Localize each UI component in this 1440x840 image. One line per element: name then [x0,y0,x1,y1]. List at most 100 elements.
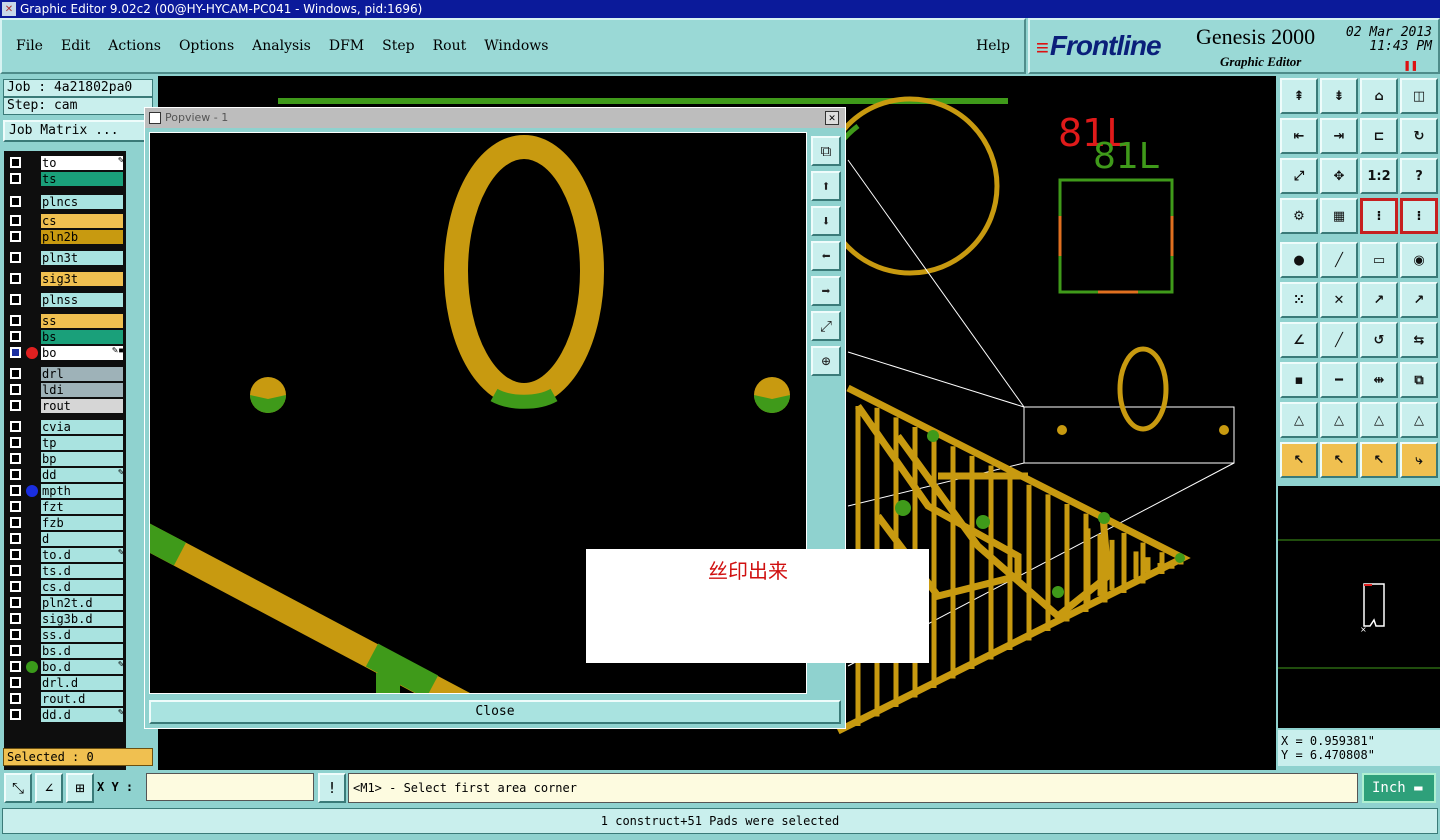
component-icon[interactable]: ▪ [1280,362,1318,398]
triangle-three-icon[interactable]: △ [1360,402,1398,438]
triangle-one-icon[interactable]: △ [1280,402,1318,438]
layer-checkbox[interactable] [10,173,21,184]
layer-row[interactable]: cvia [4,419,126,434]
zoom-area-icon[interactable]: ⤡ [4,773,32,803]
layer-name[interactable]: dd [41,467,123,482]
layer-name[interactable]: plncs [41,194,123,209]
layer-checkbox[interactable] [10,581,21,592]
zoom-center-icon[interactable]: ✥ [1320,158,1358,194]
layer-name[interactable]: ss.d [41,627,123,642]
net-select-icon[interactable]: ↗ [1360,282,1398,318]
layer-row[interactable]: fzb [4,515,126,530]
layer-name[interactable]: fzt [41,499,123,514]
menu-edit[interactable]: Edit [61,38,90,54]
layer-checkbox[interactable] [10,331,21,342]
layer-checkbox[interactable] [10,517,21,528]
measure-dist-icon[interactable]: ⇹ [1360,362,1398,398]
pan-left-icon[interactable]: ⬅ [811,241,841,271]
settings-icon[interactable]: ⚙ [1280,198,1318,234]
layer-checkbox[interactable] [10,368,21,379]
layer-row[interactable]: pln3t [4,250,126,265]
layer-checkbox[interactable] [10,157,21,168]
layer-name[interactable]: pln2b [41,229,123,244]
layer-row[interactable]: cs.d [4,579,126,594]
help-icon[interactable]: ? [1400,158,1438,194]
layer-checkbox[interactable] [10,661,21,672]
minimap[interactable]: × [1278,486,1440,728]
layer-row[interactable]: ts [4,171,126,186]
home-icon[interactable]: ⌂ [1360,78,1398,114]
layers-red-alt-icon[interactable]: ⁝ [1400,198,1438,234]
layer-name[interactable]: drl.d [41,675,123,690]
layer-checkbox[interactable] [10,709,21,720]
layer-checkbox[interactable] [10,437,21,448]
layer-row[interactable]: drl [4,366,126,381]
layer-name[interactable]: cvia [41,419,123,434]
layer-checkbox[interactable] [10,252,21,263]
layer-checkbox[interactable] [10,453,21,464]
layer-checkbox[interactable] [10,645,21,656]
layer-checkbox[interactable] [10,469,21,480]
line-draw-icon[interactable]: ╱ [1320,322,1358,358]
select-pad-icon[interactable]: ● [1280,242,1318,278]
layer-row[interactable]: bp [4,451,126,466]
layer-row[interactable]: ts.d [4,563,126,578]
layer-name[interactable]: cs.d [41,579,123,594]
snap-grid-icon[interactable]: ⊞ [66,773,94,803]
menu-help[interactable]: Help [976,38,1010,54]
pointer-select-icon[interactable]: ↖ [1360,442,1398,478]
layer-checkbox[interactable] [10,629,21,640]
layer-checkbox[interactable] [10,533,21,544]
layer-checkbox[interactable] [10,384,21,395]
layer-name[interactable]: ts [41,171,123,186]
layer-name[interactable]: ss [41,313,123,328]
layer-name[interactable]: ts.d [41,563,123,578]
pan-right-icon[interactable]: ⇥ [1320,118,1358,154]
pointer-box-icon[interactable]: ↖ [1320,442,1358,478]
layer-row[interactable]: pln2b [4,229,126,244]
ruler-icon[interactable]: ▭ [1360,242,1398,278]
layer-checkbox[interactable] [10,549,21,560]
triangle-two-icon[interactable]: △ [1320,402,1358,438]
layer-name[interactable]: to.d [41,547,123,562]
measure-icon[interactable]: ∠ [35,773,63,803]
popview-close-icon[interactable]: ✕ [825,111,839,125]
join-icon[interactable]: ━ [1320,362,1358,398]
layer-name[interactable]: bo.d [41,659,123,674]
layer-checkbox[interactable] [10,231,21,242]
layer-row[interactable]: dd.d ✎ [4,707,126,722]
layer-checkbox[interactable] [10,565,21,576]
layer-checkbox[interactable] [10,347,21,358]
layer-name[interactable]: pln3t [41,250,123,265]
zoom-out-icon[interactable]: ⊕ [811,346,841,376]
menu-options[interactable]: Options [179,38,234,54]
layer-name[interactable]: tp [41,435,123,450]
layer-name[interactable]: rout.d [41,691,123,706]
layer-name[interactable]: plnss [41,292,123,307]
window-split-icon[interactable]: ◫ [1400,78,1438,114]
page-up-icon[interactable]: ⇞ [1280,78,1318,114]
scale-one-two-icon[interactable]: 1:2 [1360,158,1398,194]
layer-row[interactable]: ldi [4,382,126,397]
layer-checkbox[interactable] [10,294,21,305]
layer-name[interactable]: bs.d [41,643,123,658]
layer-row[interactable]: bo.d ✎ [4,659,126,674]
layer-name[interactable]: sig3b.d [41,611,123,626]
menu-windows[interactable]: Windows [484,38,548,54]
cross-icon[interactable]: ✕ [1320,282,1358,318]
triangle-four-icon[interactable]: △ [1400,402,1438,438]
layer-checkbox[interactable] [10,597,21,608]
route-icon[interactable]: ⤷ [1400,442,1438,478]
pointer-icon[interactable]: ↖ [1280,442,1318,478]
menu-file[interactable]: File [16,38,43,54]
group-icon[interactable]: ⧉ [1400,362,1438,398]
popview-close-button[interactable]: Close [149,700,841,724]
layer-name[interactable]: cs [41,213,123,228]
layer-row[interactable]: fzt [4,499,126,514]
layer-row[interactable]: dd ✎ [4,467,126,482]
job-matrix-button[interactable]: Job Matrix ... [3,120,153,142]
layer-row[interactable]: ss.d [4,627,126,642]
layer-checkbox[interactable] [10,315,21,326]
menu-rout[interactable]: Rout [433,38,467,54]
layer-row[interactable]: bo ✎▪ [4,345,126,360]
